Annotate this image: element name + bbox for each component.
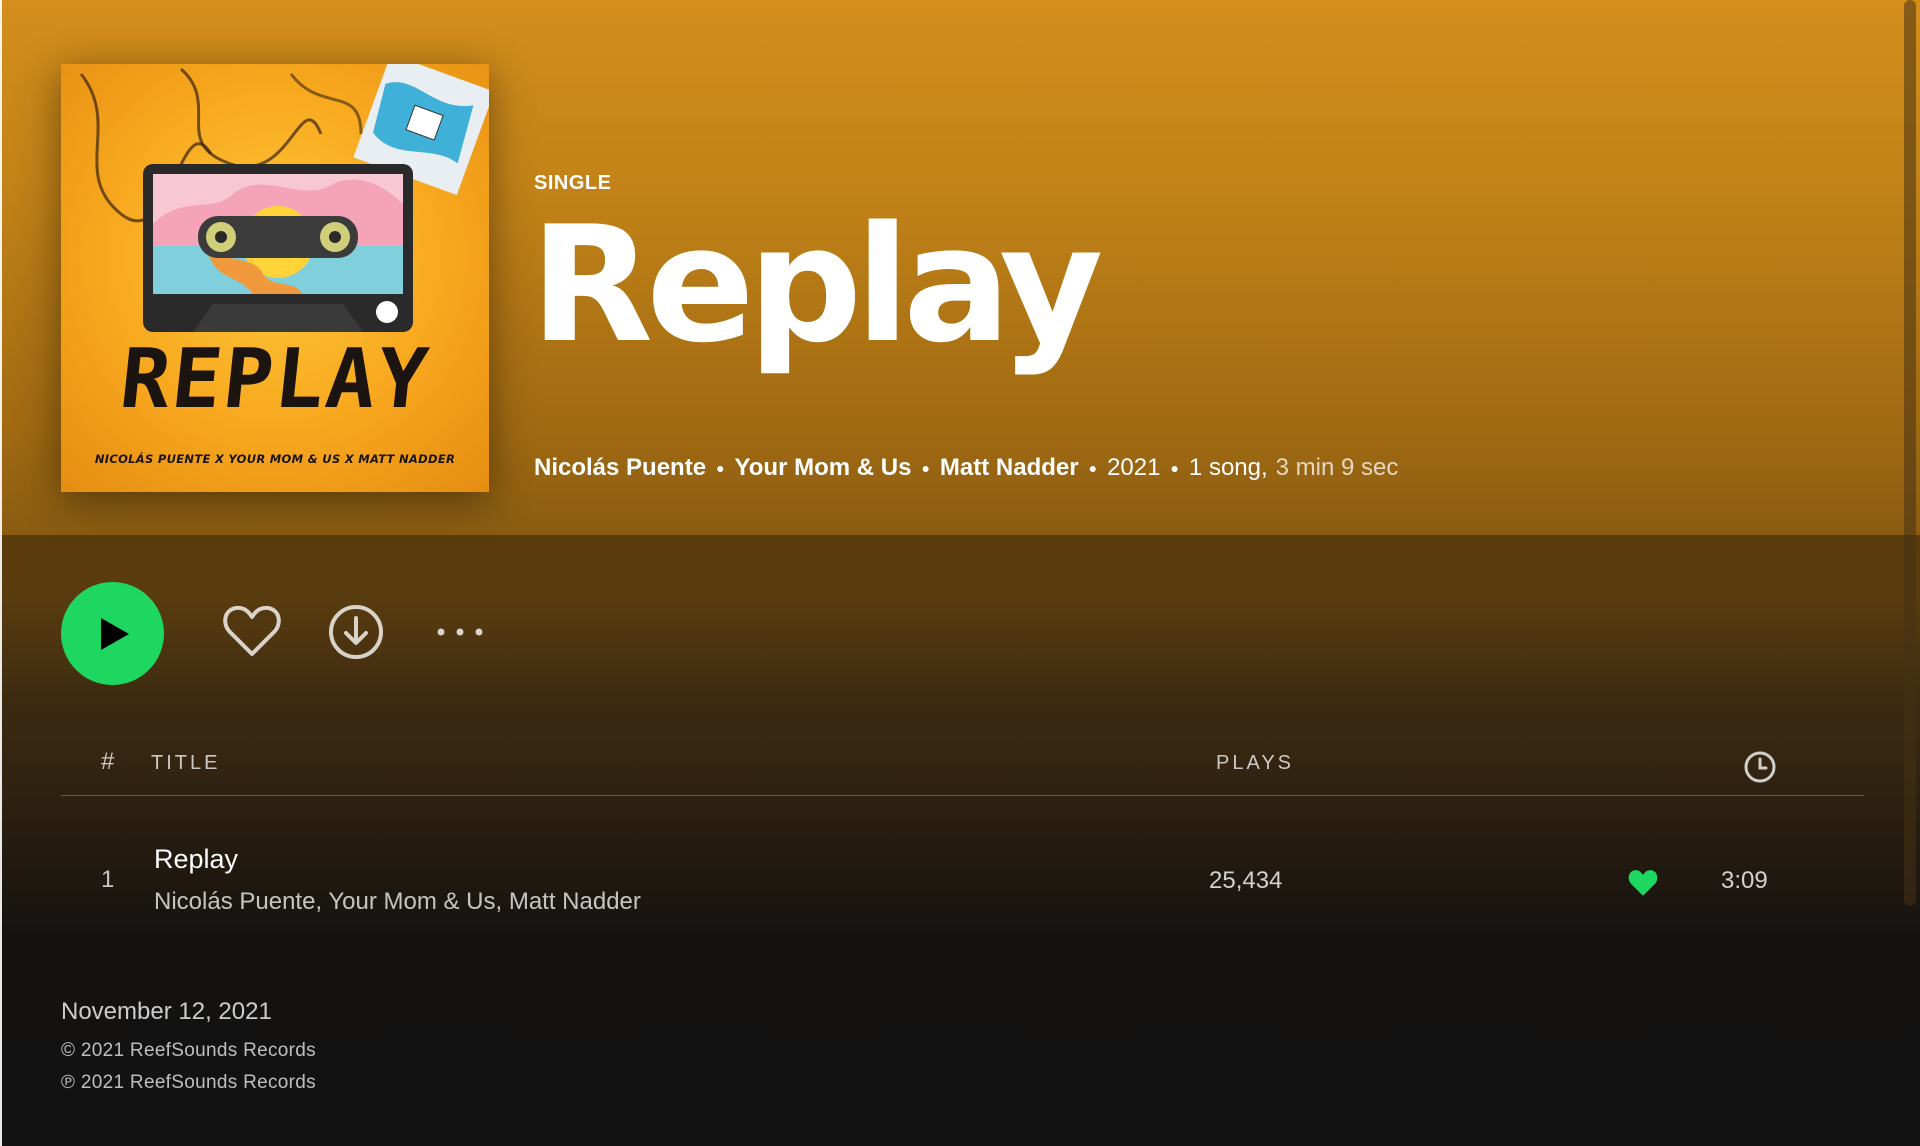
album-title: Replay	[530, 191, 1103, 378]
more-options-icon	[437, 628, 483, 636]
total-duration: 3 min 9 sec	[1275, 454, 1399, 481]
separator-dot: ●	[921, 460, 930, 476]
play-icon	[100, 617, 129, 650]
download-icon	[329, 605, 383, 659]
artist-link[interactable]: Nicolás Puente	[534, 454, 706, 482]
track-duration: 3:09	[1721, 867, 1768, 894]
separator-dot: ●	[1170, 460, 1179, 476]
track-number: 1	[101, 866, 115, 893]
cover-illustration	[79, 64, 489, 332]
window-edge	[0, 0, 2, 1146]
track-artists[interactable]: Nicolás Puente, Your Mom & Us, Matt Nadd…	[154, 888, 641, 916]
liked-heart-icon[interactable]	[1627, 868, 1659, 903]
scrollbar-thumb[interactable]	[1904, 0, 1916, 906]
album-cover: REPLAY NICOLÁS PUENTE X YOUR MOM & US X …	[61, 64, 489, 492]
separator-dot: ●	[716, 460, 725, 476]
song-count: 1 song,	[1188, 454, 1268, 481]
track-plays: 25,434	[1209, 867, 1283, 894]
scrollbar[interactable]	[1898, 0, 1920, 1146]
artist-link[interactable]: Matt Nadder	[940, 454, 1079, 482]
release-date: November 12, 2021	[61, 998, 272, 1025]
cover-art-credits: NICOLÁS PUENTE X YOUR MOM & US X MATT NA…	[94, 452, 456, 466]
download-button[interactable]	[328, 604, 384, 660]
column-header-plays: PLAYS	[1216, 752, 1294, 774]
heart-outline-icon	[223, 605, 281, 656]
album-meta: Nicolás Puente ● Your Mom & Us ● Matt Na…	[534, 454, 1398, 482]
track-row[interactable]: 1 Replay Nicolás Puente, Your Mom & Us, …	[61, 826, 1864, 922]
play-button[interactable]	[61, 582, 164, 685]
save-to-library-button[interactable]	[222, 604, 282, 660]
more-options-button[interactable]	[434, 620, 486, 644]
column-header-number: #	[101, 748, 115, 775]
column-header-title: TITLE	[151, 752, 221, 774]
clock-icon	[1743, 750, 1777, 789]
release-year: 2021	[1107, 454, 1161, 481]
copyright-text: © 2021 ReefSounds Records	[61, 1040, 316, 1061]
album-page: REPLAY NICOLÁS PUENTE X YOUR MOM & US X …	[0, 0, 1920, 1146]
cover-art-title: REPLAY	[115, 332, 435, 427]
tracklist-header: # TITLE PLAYS	[61, 740, 1864, 796]
separator-dot: ●	[1088, 460, 1098, 476]
track-title[interactable]: Replay	[154, 844, 238, 875]
phonogram-copyright-text: ℗ 2021 ReefSounds Records	[61, 1072, 316, 1093]
artist-link[interactable]: Your Mom & Us	[735, 454, 912, 482]
